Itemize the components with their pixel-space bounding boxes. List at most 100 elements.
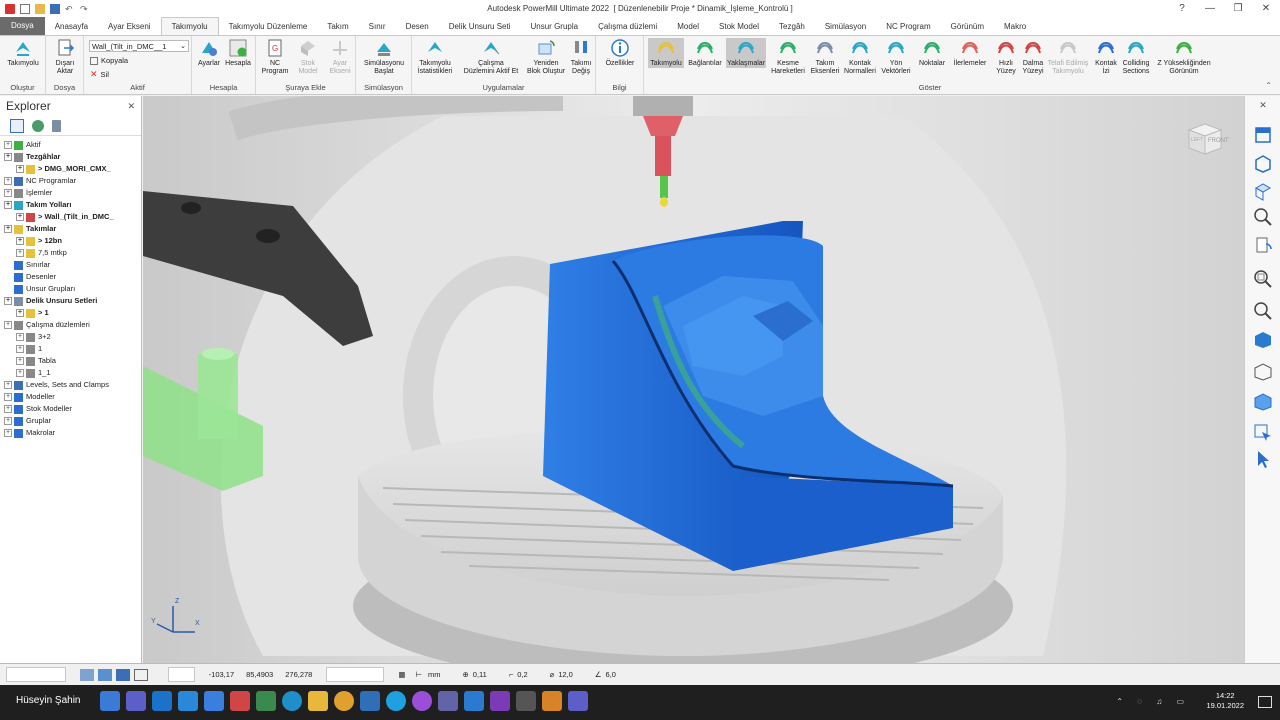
todo-icon[interactable]	[204, 691, 224, 711]
tab-8[interactable]: Delik Unsuru Seti	[439, 19, 521, 35]
zoom-box-icon[interactable]	[1252, 268, 1274, 290]
tree-node[interactable]: +Unsur Grupları	[0, 283, 141, 295]
shaded-view-icon[interactable]	[1252, 328, 1274, 350]
teams-2-icon[interactable]	[438, 691, 458, 711]
expand-toggle-icon[interactable]: +	[4, 153, 12, 161]
export-button[interactable]: Dışarı Aktar	[52, 38, 78, 76]
onenote-icon[interactable]	[490, 691, 510, 711]
view-front-icon[interactable]	[1252, 152, 1274, 174]
status-snap-icon[interactable]	[80, 668, 94, 681]
zoom-icon[interactable]	[1252, 206, 1274, 228]
expand-toggle-icon[interactable]: +	[4, 225, 12, 233]
view-iso-icon[interactable]	[1252, 124, 1274, 146]
expand-toggle-icon[interactable]: +	[4, 297, 12, 305]
tree-node[interactable]: + Tabla	[0, 355, 141, 367]
expand-toggle-icon[interactable]: +	[16, 309, 24, 317]
tree-node[interactable]: + Levels, Sets and Clamps	[0, 379, 141, 391]
goster-item-6[interactable]: Yön Vektörleri	[880, 38, 912, 76]
tab-1[interactable]: Anasayfa	[45, 19, 98, 35]
tree-view-icon[interactable]	[10, 118, 24, 133]
pointer-icon[interactable]	[1252, 448, 1274, 470]
tree-node[interactable]: + Delik Unsuru Setleri	[0, 295, 141, 307]
tab-10[interactable]: Çalışma düzlemi	[588, 19, 667, 35]
messenger-icon[interactable]	[412, 691, 432, 711]
vscode-icon[interactable]	[464, 691, 484, 711]
expand-toggle-icon[interactable]: +	[4, 201, 12, 209]
delete-button[interactable]: ✕ Sil	[90, 69, 109, 80]
tree-node[interactable]: + Çalışma düzlemleri	[0, 319, 141, 331]
expand-toggle-icon[interactable]: +	[16, 213, 24, 221]
expand-toggle-icon[interactable]: +	[16, 357, 24, 365]
tab-5[interactable]: Takım	[317, 19, 358, 35]
properties-button[interactable]: Özellikler	[600, 38, 640, 68]
tab-0[interactable]: Dosya	[0, 17, 45, 35]
outlook-icon[interactable]	[152, 691, 172, 711]
status-diameter[interactable]: 12,0	[558, 670, 573, 679]
goster-item-9[interactable]: Hızlı Yüzey	[994, 38, 1018, 76]
goster-item-13[interactable]: Colliding Sections	[1122, 38, 1150, 76]
tab-6[interactable]: Sınır	[359, 19, 396, 35]
goster-item-0[interactable]: Takımyolu	[648, 38, 684, 68]
create-toolpath-button[interactable]: Takımyolu	[6, 38, 40, 68]
goster-item-4[interactable]: Takım Eksenleri	[810, 38, 840, 76]
wireframe-view-icon[interactable]	[1252, 360, 1274, 382]
status-stepover[interactable]: 6,0	[606, 670, 616, 679]
tab-7[interactable]: Desen	[396, 19, 439, 35]
explorer-close-icon[interactable]: ✕	[127, 101, 135, 112]
goster-item-10[interactable]: Dalma Yüzeyi	[1020, 38, 1046, 76]
tab-15[interactable]: NC Program	[876, 19, 940, 35]
system-tray[interactable]: ⌃ ◌ ♫ ▭	[1116, 697, 1190, 706]
setup-axis-button[interactable]: Ayar Ekseni	[326, 38, 354, 76]
nc-program-button[interactable]: G NC Program	[260, 38, 290, 76]
edge-icon[interactable]	[282, 691, 302, 711]
expand-toggle-icon[interactable]: +	[4, 381, 12, 389]
change-tool-button[interactable]: Takımı Değiş	[568, 38, 594, 76]
status-select-icon[interactable]	[116, 668, 130, 681]
expand-toggle-icon[interactable]: +	[4, 417, 12, 425]
tree-node[interactable]: + > Wall_(Tilt_in_DMC_	[0, 211, 141, 223]
status-empty-field[interactable]	[168, 667, 195, 682]
tab-3[interactable]: Takımyolu	[160, 17, 219, 35]
teams-icon[interactable]	[126, 691, 146, 711]
goster-item-8[interactable]: İlerlemeler	[950, 38, 990, 68]
expand-toggle-icon[interactable]: +	[16, 369, 24, 377]
expand-toggle-icon[interactable]: +	[4, 429, 12, 437]
tab-13[interactable]: Tezgâh	[769, 19, 815, 35]
active-toolpath-combo[interactable]: Wall_(Tilt_in_DMC__1 ⌄	[89, 40, 189, 52]
open-icon[interactable]	[35, 3, 45, 14]
tree-node[interactable]: + Takımlar	[0, 223, 141, 235]
tab-9[interactable]: Unsur Grupla	[521, 19, 589, 35]
powermill-icon[interactable]	[542, 691, 562, 711]
toolpath-stats-button[interactable]: Takımyolu İstatistikleri	[414, 38, 456, 76]
tree-node[interactable]: + > DMG_MORI_CMX_	[0, 163, 141, 175]
redo-icon[interactable]: ↷	[80, 4, 90, 14]
taskbar-clock[interactable]: 14:22 19.01.2022	[1206, 691, 1244, 711]
expand-toggle-icon[interactable]: +	[4, 405, 12, 413]
tree-node[interactable]: + > 1	[0, 307, 141, 319]
tree-node[interactable]: + Makrolar	[0, 427, 141, 439]
start-simulation-button[interactable]: Simülasyonu Başlat	[360, 38, 408, 76]
teams-3-icon[interactable]	[568, 691, 588, 711]
view-cube[interactable]: FRONT LEFT	[1183, 120, 1229, 158]
status-grid-toggle-icon[interactable]: ▦	[398, 670, 405, 679]
save-icon[interactable]	[50, 3, 60, 14]
chrome-icon[interactable]	[334, 691, 354, 711]
tab-16[interactable]: Görünüm	[941, 19, 994, 35]
goster-item-1[interactable]: Bağlantılar	[686, 38, 724, 68]
ribbon-collapse-icon[interactable]: ⌃	[1265, 81, 1272, 90]
status-tolerance[interactable]: 0,11	[473, 670, 487, 679]
minimize-button[interactable]: —	[1196, 3, 1224, 14]
rebuild-block-button[interactable]: Yeniden Blok Oluştur	[526, 38, 566, 76]
tree-node[interactable]: + İşlemler	[0, 187, 141, 199]
tree-node[interactable]: + > 12bn	[0, 235, 141, 247]
tree-node[interactable]: +3+2	[0, 331, 141, 343]
help-icon[interactable]: ?	[1168, 3, 1196, 14]
solid-view-icon[interactable]	[1252, 390, 1274, 412]
goster-item-5[interactable]: Kontak Normalleri	[842, 38, 878, 76]
expand-toggle-icon[interactable]: +	[4, 177, 12, 185]
close-button[interactable]: ✕	[1252, 3, 1280, 14]
app-green-icon[interactable]	[256, 691, 276, 711]
view-top-icon[interactable]	[1252, 180, 1274, 202]
tab-14[interactable]: Simülasyon	[815, 19, 876, 35]
status-cursor-icon[interactable]	[98, 668, 112, 681]
